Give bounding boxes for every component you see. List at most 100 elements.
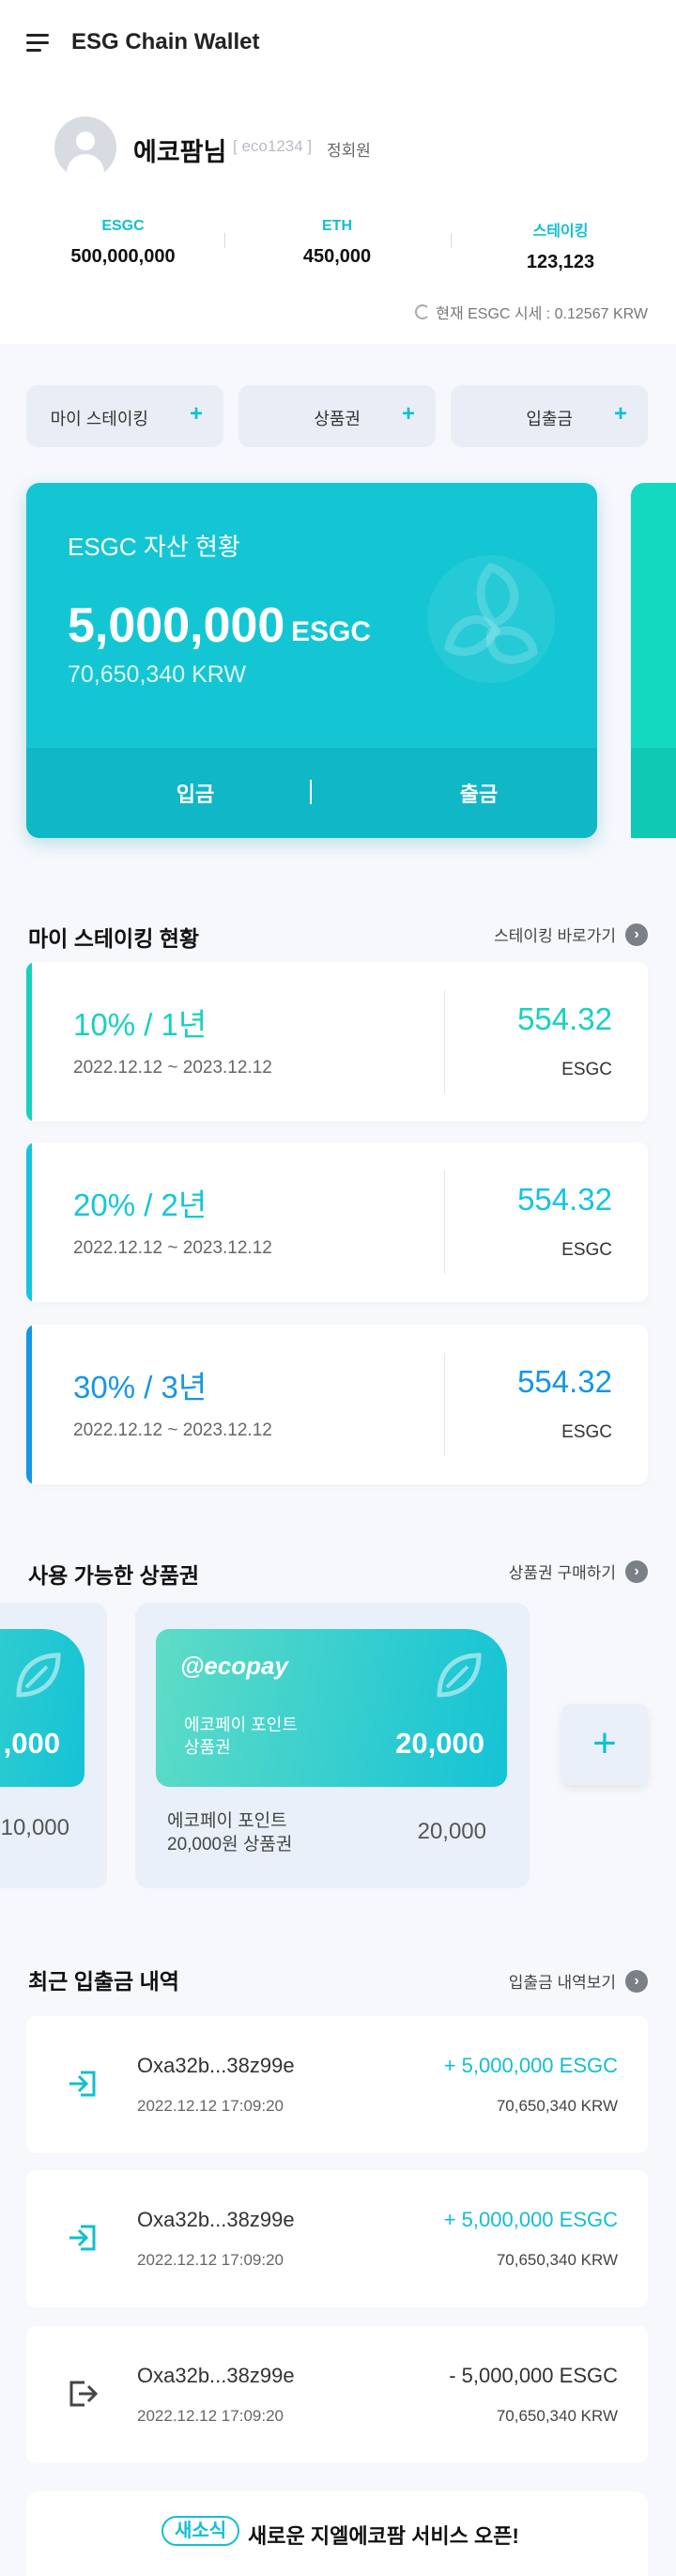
- staking-period: 2022.12.12 ~ 2023.12.12: [73, 1058, 272, 1078]
- quick-label: 입출금: [526, 410, 573, 428]
- header-section: ESG Chain Wallet 에코팜님 [ eco1234 ] 정회원 ES…: [0, 0, 676, 344]
- app-title: ESG Chain Wallet: [71, 29, 260, 54]
- user-grade: 정회원: [327, 142, 371, 160]
- voucher-item[interactable]: @ecopay 에코페이 포인트 상품권 20,000 에코페이 포인트 20,…: [135, 1603, 530, 1888]
- quick-my-staking-button[interactable]: 마이 스테이킹 +: [26, 385, 223, 447]
- staking-plan: 10% / 1년: [73, 1007, 207, 1042]
- staking-currency: ESGC: [561, 1422, 612, 1442]
- balance-value: 500,000,000: [70, 246, 176, 267]
- voucher-item-partial[interactable]: ,000 10,000: [0, 1603, 107, 1888]
- quick-label: 상품권: [314, 410, 361, 428]
- leaf-icon: [437, 1653, 482, 1698]
- staking-card[interactable]: 10% / 1년 2022.12.12 ~ 2023.12.12 554.32 …: [26, 962, 648, 1122]
- quick-voucher-button[interactable]: 상품권 +: [238, 385, 436, 447]
- staking-plan: 30% / 3년: [73, 1370, 207, 1404]
- add-voucher-button[interactable]: +: [561, 1704, 648, 1785]
- rate-text: 현재 ESGC 시세 : 0.12567 KRW: [436, 306, 648, 322]
- notice-banner[interactable]: 새소식 새로운 지엘에코팜 서비스 오픈!: [26, 2491, 648, 2576]
- asset-actions: 입금 출금: [26, 748, 597, 838]
- transaction-item[interactable]: Oxa32b...38z99e 2022.12.12 17:09:20 + 5,…: [26, 2170, 648, 2307]
- deposit-button[interactable]: 입금: [101, 778, 289, 808]
- avatar: [54, 116, 116, 178]
- app-bar: ESG Chain Wallet: [0, 0, 676, 86]
- asset-card: ESGC 자산 현황 5,000,000 ESGC 70,650,340 KRW…: [26, 483, 597, 838]
- ecopay-logo: @ecopay: [180, 1652, 288, 1680]
- transaction-krw: 70,650,340 KRW: [496, 2251, 618, 2269]
- arrow-right-icon: ›: [625, 1969, 648, 1993]
- balance-value: 450,000: [302, 246, 372, 267]
- transaction-krw: 70,650,340 KRW: [496, 2407, 618, 2425]
- transactions-section-title: 최근 입출금 내역: [28, 1969, 179, 1994]
- voucher-link-label: 상품권 구매하기: [508, 1564, 616, 1582]
- balance-label: 스테이킹: [532, 224, 589, 240]
- staking-link-label: 스테이킹 바로가기: [494, 927, 616, 945]
- menu-icon[interactable]: [26, 34, 49, 53]
- deposit-icon: [69, 2225, 96, 2251]
- asset-amount: 5,000,000: [68, 598, 285, 653]
- arrow-right-icon: ›: [625, 923, 648, 946]
- transaction-krw: 70,650,340 KRW: [496, 2097, 618, 2115]
- voucher-price: 10,000: [0, 1815, 69, 1840]
- rate-info: 현재 ESGC 시세 : 0.12567 KRW: [415, 301, 648, 323]
- plus-icon: +: [189, 401, 203, 427]
- voucher-price: 20,000: [417, 1819, 486, 1844]
- voucher-card-amount: ,000: [3, 1727, 60, 1760]
- staking-card[interactable]: 30% / 3년 2022.12.12 ~ 2023.12.12 554.32 …: [26, 1325, 648, 1484]
- quick-deposit-withdraw-button[interactable]: 입출금 +: [451, 385, 648, 447]
- leaf-watermark-icon: [427, 555, 555, 683]
- staking-section-title: 마이 스테이킹 현황: [28, 926, 200, 951]
- balance-label: ETH: [322, 218, 352, 234]
- refresh-icon[interactable]: [415, 304, 431, 319]
- user-id: [ eco1234 ]: [233, 137, 313, 155]
- balance-value: 123,123: [526, 252, 595, 272]
- transaction-hash: Oxa32b...38z99e: [137, 2364, 295, 2387]
- staking-period: 2022.12.12 ~ 2023.12.12: [73, 1238, 272, 1258]
- transaction-date: 2022.12.12 17:09:20: [137, 2407, 284, 2425]
- notice-text: 새로운 지엘에코팜 서비스 오픈!: [248, 2524, 519, 2548]
- transaction-hash: Oxa32b...38z99e: [137, 2208, 295, 2231]
- withdraw-icon: [69, 2381, 99, 2407]
- transaction-date: 2022.12.12 17:09:20: [137, 2251, 284, 2269]
- transactions-link[interactable]: 입출금 내역보기 ›: [509, 1969, 648, 1993]
- voucher-section-title: 사용 가능한 상품권: [28, 1563, 200, 1588]
- transaction-hash: Oxa32b...38z99e: [137, 2054, 295, 2077]
- asset-krw: 70,650,340 KRW: [68, 661, 246, 688]
- voucher-link[interactable]: 상품권 구매하기 ›: [509, 1560, 648, 1583]
- quick-label: 마이 스테이킹: [50, 410, 148, 428]
- asset-title: ESGC 자산 현황: [68, 533, 240, 561]
- voucher-desc: 에코페이 포인트 20,000원 상품권: [167, 1811, 293, 1854]
- staking-link[interactable]: 스테이킹 바로가기 ›: [494, 923, 648, 946]
- balance-eth: ETH 450,000: [248, 218, 426, 268]
- voucher-card-name: 에코페이 포인트 상품권: [184, 1715, 298, 1757]
- voucher-card-amount: 20,000: [395, 1727, 484, 1760]
- balance-staking: 스테이킹 123,123: [471, 218, 650, 273]
- next-asset-card[interactable]: [631, 483, 676, 838]
- staking-plan: 20% / 2년: [73, 1187, 207, 1222]
- staking-currency: ESGC: [561, 1060, 612, 1079]
- staking-amount: 554.32: [517, 1364, 612, 1399]
- leaf-icon: [16, 1653, 61, 1698]
- arrow-right-icon: ›: [625, 1560, 648, 1583]
- transactions-link-label: 입출금 내역보기: [508, 1974, 616, 1992]
- staking-currency: ESGC: [561, 1240, 612, 1260]
- user-name: 에코팜님: [133, 138, 227, 166]
- staking-amount: 554.32: [517, 1001, 612, 1036]
- withdraw-button[interactable]: 출금: [385, 778, 573, 808]
- transaction-date: 2022.12.12 17:09:20: [137, 2097, 284, 2115]
- transaction-item[interactable]: Oxa32b...38z99e 2022.12.12 17:09:20 + 5,…: [26, 2016, 648, 2153]
- asset-unit: ESGC: [291, 616, 372, 647]
- voucher-card: @ecopay 에코페이 포인트 상품권 20,000: [156, 1629, 507, 1787]
- plus-icon: +: [613, 401, 627, 427]
- notice-badge: 새소식: [161, 2516, 240, 2546]
- staking-card[interactable]: 20% / 2년 2022.12.12 ~ 2023.12.12 554.32 …: [26, 1142, 648, 1302]
- transaction-amount: + 5,000,000 ESGC: [443, 2054, 618, 2077]
- balance-label: ESGC: [101, 218, 145, 234]
- voucher-card: ,000: [0, 1629, 84, 1787]
- balance-esgc: ESGC 500,000,000: [34, 218, 212, 268]
- staking-amount: 554.32: [517, 1182, 612, 1217]
- plus-icon: +: [401, 401, 415, 427]
- transaction-amount: + 5,000,000 ESGC: [443, 2208, 618, 2231]
- deposit-icon: [69, 2071, 96, 2097]
- transaction-item[interactable]: Oxa32b...38z99e 2022.12.12 17:09:20 - 5,…: [26, 2326, 648, 2463]
- transaction-amount: - 5,000,000 ESGC: [449, 2364, 618, 2387]
